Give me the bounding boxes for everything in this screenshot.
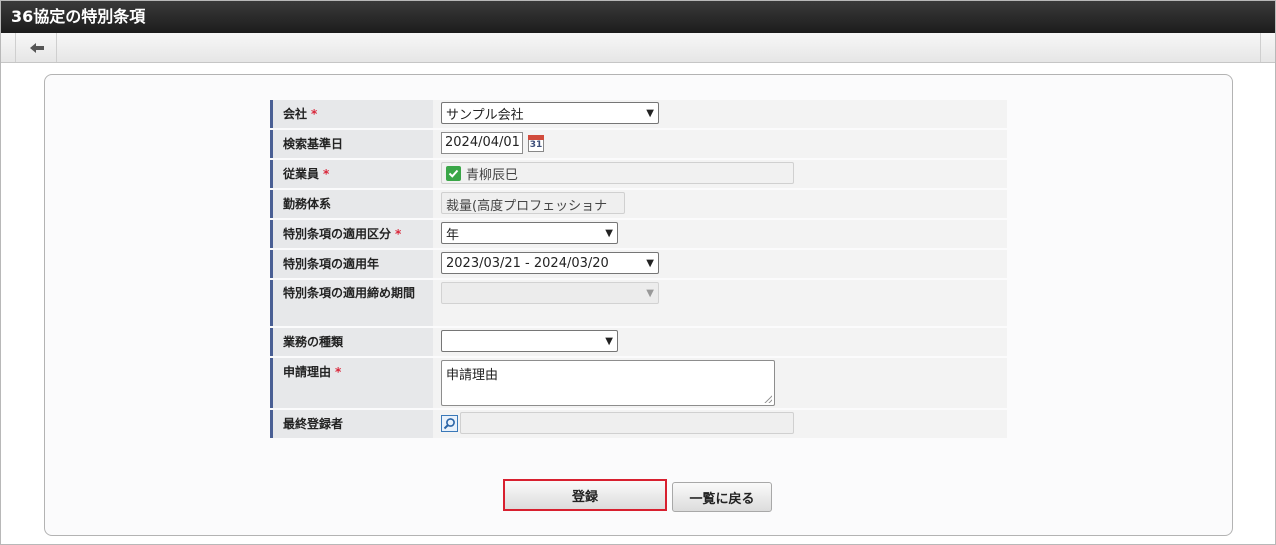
reason-label: 申請理由 * bbox=[270, 358, 433, 408]
back-arrow-icon bbox=[29, 42, 44, 53]
form-row-apply-closing-period: 特別条項の適用締め期間 ▼ bbox=[270, 280, 1007, 326]
register-button[interactable]: 登録 bbox=[503, 479, 667, 511]
chevron-down-icon: ▼ bbox=[605, 227, 613, 239]
toolbar-divider bbox=[15, 33, 16, 62]
toolbar-divider bbox=[1260, 33, 1261, 62]
search-date-input[interactable]: 2024/04/01 bbox=[441, 132, 523, 154]
window-title: 36協定の特別条項 bbox=[1, 1, 1275, 33]
resize-grip-icon[interactable] bbox=[764, 395, 772, 403]
back-to-list-button-label: 一覧に戻る bbox=[689, 491, 755, 507]
search-icon[interactable] bbox=[441, 414, 458, 432]
employee-value: 青柳辰巳 bbox=[466, 167, 519, 183]
chevron-down-icon: ▼ bbox=[646, 107, 654, 119]
chevron-down-icon: ▼ bbox=[646, 257, 654, 269]
work-system-label: 勤務体系 bbox=[270, 190, 433, 218]
apply-division-label: 特別条項の適用区分 * bbox=[270, 220, 433, 248]
business-type-select[interactable]: ▼ bbox=[441, 330, 618, 352]
checkbox-icon[interactable] bbox=[446, 165, 461, 181]
register-button-label: 登録 bbox=[571, 489, 598, 505]
back-button[interactable] bbox=[17, 33, 57, 62]
chevron-down-icon: ▼ bbox=[605, 335, 613, 347]
reason-value: 申請理由 bbox=[446, 368, 499, 383]
back-to-list-button[interactable]: 一覧に戻る bbox=[672, 482, 772, 512]
employee-label: 従業員 * bbox=[270, 160, 433, 188]
form-row-employee: 従業員 * 青柳辰巳 bbox=[270, 160, 1007, 188]
required-mark: * bbox=[323, 167, 330, 181]
company-select-value: サンプル会社 bbox=[446, 107, 524, 123]
form-row-apply-division: 特別条項の適用区分 * 年 ▼ bbox=[270, 220, 1007, 248]
application-form: 会社* サンプル会社 ▼ 検索基準日 2024/04/01 31 従業員* bbox=[270, 98, 1007, 440]
required-mark: * bbox=[395, 227, 402, 241]
apply-closing-period-label: 特別条項の適用締め期間 bbox=[270, 280, 433, 326]
last-registrant-label: 最終登録者 bbox=[270, 410, 433, 438]
chevron-down-icon: ▼ bbox=[646, 287, 654, 299]
business-type-label: 業務の種類 bbox=[270, 328, 433, 356]
form-row-search-date: 検索基準日 2024/04/01 31 bbox=[270, 130, 1007, 158]
toolbar bbox=[1, 33, 1275, 63]
apply-year-value: 2023/03/21 - 2024/03/20 bbox=[446, 255, 609, 271]
form-row-business-type: 業務の種類 ▼ bbox=[270, 328, 1007, 356]
last-registrant-field bbox=[460, 412, 794, 434]
required-mark: * bbox=[311, 107, 318, 121]
calendar-day: 31 bbox=[529, 140, 543, 150]
employee-field[interactable]: 青柳辰巳 bbox=[441, 162, 794, 184]
company-select[interactable]: サンプル会社 ▼ bbox=[441, 102, 659, 124]
reason-textarea[interactable]: 申請理由 bbox=[441, 360, 775, 406]
apply-division-select[interactable]: 年 ▼ bbox=[441, 222, 618, 244]
apply-year-select[interactable]: 2023/03/21 - 2024/03/20 ▼ bbox=[441, 252, 659, 274]
form-row-apply-year: 特別条項の適用年 2023/03/21 - 2024/03/20 ▼ bbox=[270, 250, 1007, 278]
form-row-last-registrant: 最終登録者 bbox=[270, 410, 1007, 438]
required-mark: * bbox=[335, 365, 342, 379]
apply-closing-period-select[interactable]: ▼ bbox=[441, 282, 659, 304]
search-date-label: 検索基準日 bbox=[270, 130, 433, 158]
form-row-company: 会社 * サンプル会社 ▼ bbox=[270, 100, 1007, 128]
work-system-field: 裁量(高度プロフェッショナ bbox=[441, 192, 625, 214]
form-row-work-system: 勤務体系 裁量(高度プロフェッショナ bbox=[270, 190, 1007, 218]
apply-division-value: 年 bbox=[446, 227, 460, 243]
company-label: 会社 * bbox=[270, 100, 433, 128]
form-row-reason: 申請理由 * 申請理由 bbox=[270, 358, 1007, 408]
calendar-icon[interactable]: 31 bbox=[527, 133, 545, 153]
apply-year-label: 特別条項の適用年 bbox=[270, 250, 433, 278]
